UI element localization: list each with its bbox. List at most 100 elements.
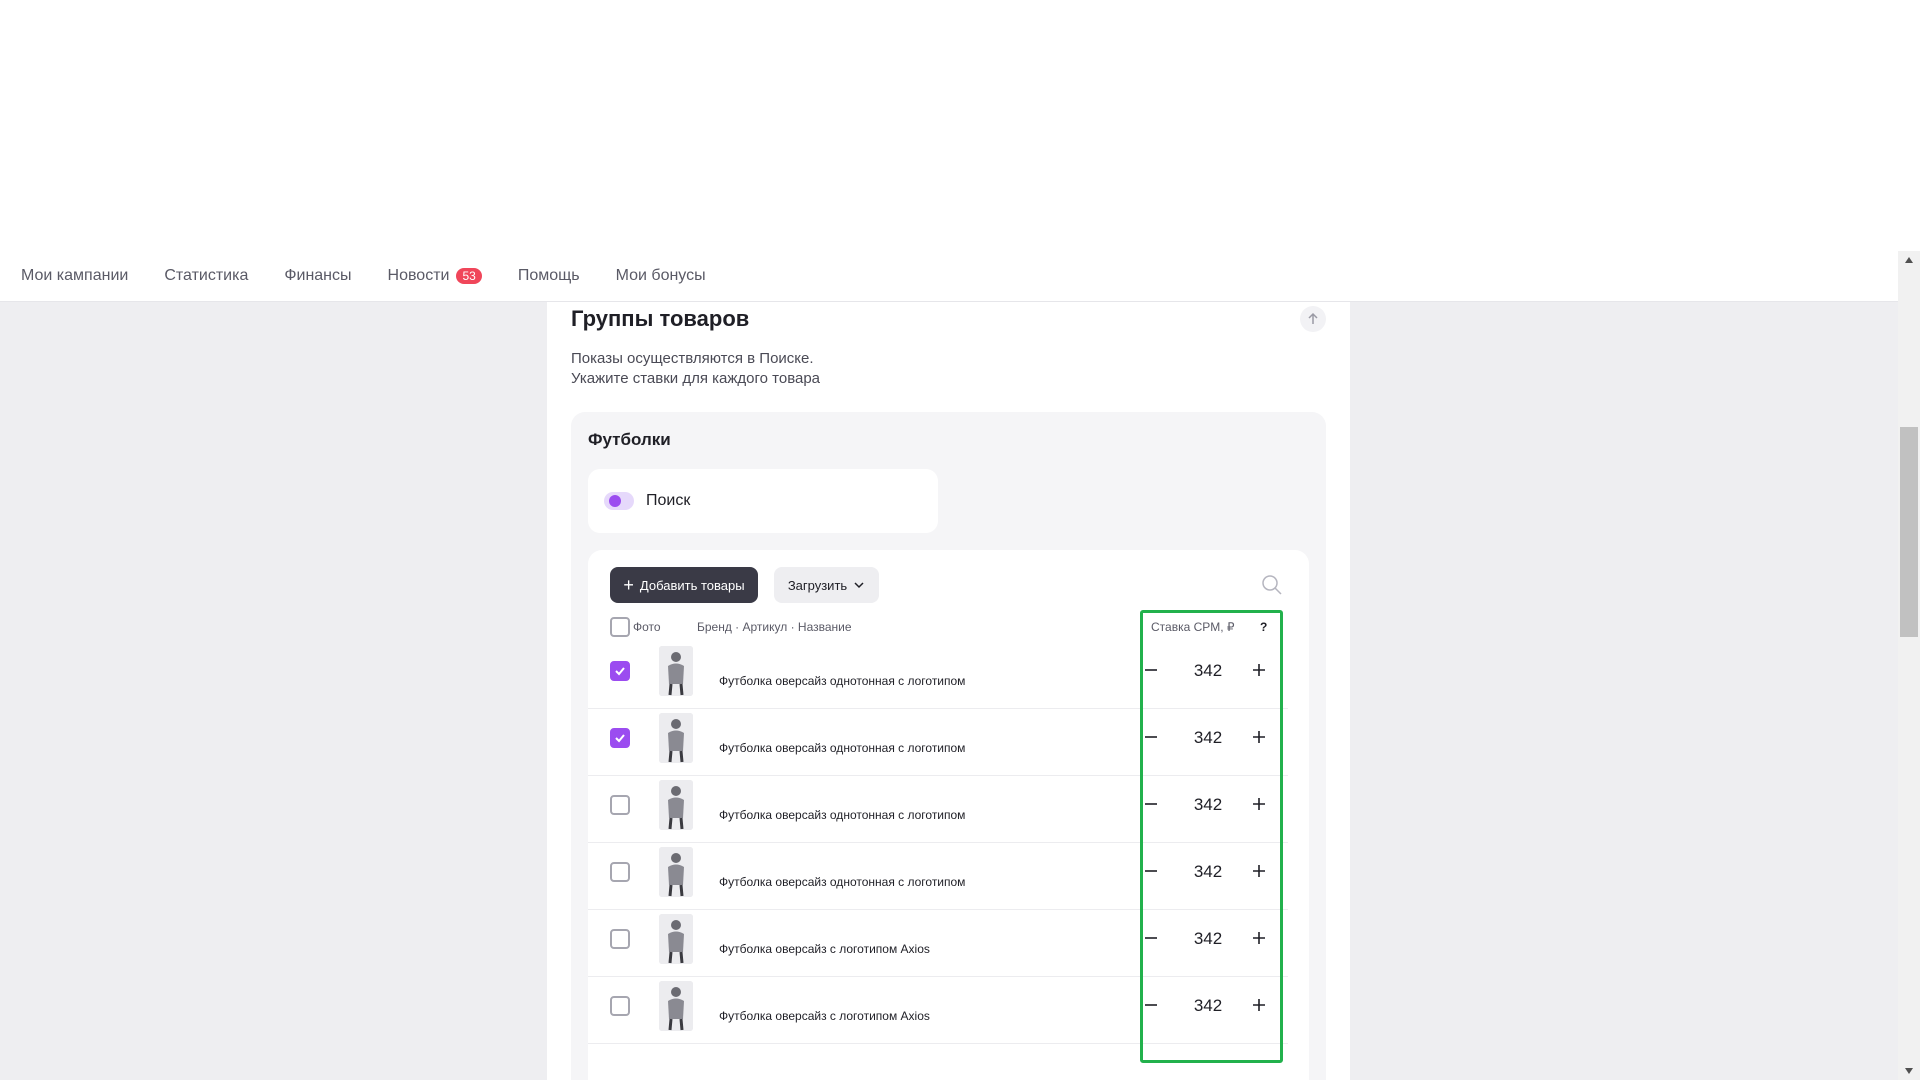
product-image-icon xyxy=(659,713,693,763)
product-image-icon xyxy=(659,780,693,830)
chevron-down-icon xyxy=(854,582,864,589)
increase-bid-button[interactable] xyxy=(1248,994,1270,1016)
product-photo[interactable] xyxy=(659,646,693,696)
nav-item-bonuses[interactable]: Мои бонусы xyxy=(616,267,706,285)
minus-icon xyxy=(1145,669,1157,671)
table-header: Фото Бренд · Артикул · Название Ставка C… xyxy=(588,612,1309,642)
product-photo[interactable] xyxy=(659,914,693,964)
plus-icon xyxy=(1253,999,1265,1011)
plus-icon xyxy=(1253,932,1265,944)
select-all-checkbox[interactable] xyxy=(610,617,630,637)
product-name[interactable]: Футболка оверсайз однотонная с логотипом xyxy=(719,674,965,688)
description-line: Показы осуществляются в Поиске. xyxy=(571,350,814,367)
product-groups-panel: Группы товаров Показы осуществляются в П… xyxy=(547,302,1350,1080)
product-name[interactable]: Футболка оверсайз с логотипом Axios xyxy=(719,942,930,956)
product-name[interactable]: Футболка оверсайз с логотипом Axios xyxy=(719,1009,930,1023)
decrease-bid-button[interactable] xyxy=(1140,726,1162,748)
load-label: Загрузить xyxy=(787,577,848,593)
header-name: Бренд · Артикул · Название xyxy=(697,620,852,634)
scrollbar[interactable] xyxy=(1898,251,1920,1080)
nav-item-campaigns[interactable]: Мои кампании xyxy=(21,267,128,285)
placement-search-box: Поиск xyxy=(588,469,938,533)
minus-icon xyxy=(1145,736,1157,738)
decrease-bid-button[interactable] xyxy=(1140,659,1162,681)
cpm-bid-value[interactable]: 342 xyxy=(1178,996,1238,1016)
row-checkbox[interactable] xyxy=(610,996,630,1016)
increase-bid-button[interactable] xyxy=(1248,927,1270,949)
cpm-bid-value[interactable]: 342 xyxy=(1178,795,1238,815)
product-name[interactable]: Футболка оверсайз однотонная с логотипом xyxy=(719,875,965,889)
plus-icon xyxy=(1253,865,1265,877)
cpm-bid-value[interactable]: 342 xyxy=(1178,661,1238,681)
table-row: Футболка оверсайз с логотипом Axios 342 xyxy=(588,977,1288,1044)
product-photo[interactable] xyxy=(659,847,693,897)
product-image-icon xyxy=(659,914,693,964)
nav-item-finance[interactable]: Финансы xyxy=(284,267,351,285)
scroll-thumb[interactable] xyxy=(1900,427,1918,637)
search-placement-toggle[interactable] xyxy=(604,492,634,510)
row-checkbox[interactable] xyxy=(610,929,630,949)
products-table-card: + Добавить товары Загрузить Фото Бренд ·… xyxy=(588,550,1309,1080)
top-navigation: Мои кампании Статистика Финансы Новости … xyxy=(0,251,1898,302)
increase-bid-button[interactable] xyxy=(1248,659,1270,681)
nav-label: Мои кампании xyxy=(21,267,129,284)
table-row: Футболка оверсайз однотонная с логотипом… xyxy=(588,642,1288,709)
nav-label: Новости xyxy=(387,267,450,284)
row-checkbox[interactable] xyxy=(610,661,630,681)
collapse-section-button[interactable] xyxy=(1300,306,1326,332)
scroll-down-arrow[interactable] xyxy=(1898,1062,1920,1080)
nav-item-statistics[interactable]: Статистика xyxy=(164,267,248,285)
nav-item-help[interactable]: Помощь xyxy=(518,267,580,285)
cpm-stepper: 342 xyxy=(1140,642,1280,699)
decrease-bid-button[interactable] xyxy=(1140,994,1162,1016)
nav-item-news[interactable]: Новости 53 xyxy=(388,267,482,285)
decrease-bid-button[interactable] xyxy=(1140,860,1162,882)
search-icon[interactable] xyxy=(1261,574,1283,596)
cpm-bid-value[interactable]: 342 xyxy=(1178,862,1238,882)
increase-bid-button[interactable] xyxy=(1248,793,1270,815)
row-checkbox[interactable] xyxy=(610,728,630,748)
cpm-stepper: 342 xyxy=(1140,910,1280,967)
cpm-bid-value[interactable]: 342 xyxy=(1178,929,1238,949)
add-products-label: Добавить товары xyxy=(639,577,745,593)
increase-bid-button[interactable] xyxy=(1248,726,1270,748)
nav-label: Помощь xyxy=(517,267,580,284)
content-area: Группы товаров Показы осуществляются в П… xyxy=(0,302,1898,1080)
checkmark-icon xyxy=(615,667,625,676)
cpm-stepper: 342 xyxy=(1140,709,1280,766)
increase-bid-button[interactable] xyxy=(1248,860,1270,882)
scroll-up-arrow[interactable] xyxy=(1898,251,1920,269)
row-checkbox[interactable] xyxy=(610,795,630,815)
nav-label: Мои бонусы xyxy=(615,267,706,284)
product-name[interactable]: Футболка оверсайз однотонная с логотипом xyxy=(719,741,965,755)
decrease-bid-button[interactable] xyxy=(1140,927,1162,949)
plus-icon xyxy=(1253,798,1265,810)
product-photo[interactable] xyxy=(659,713,693,763)
minus-icon xyxy=(1145,1004,1157,1006)
load-dropdown-button[interactable]: Загрузить xyxy=(774,567,879,603)
add-products-button[interactable]: + Добавить товары xyxy=(610,567,758,603)
section-description: Показы осуществляются в Поиске. Укажите … xyxy=(571,349,820,389)
product-photo[interactable] xyxy=(659,780,693,830)
product-image-icon xyxy=(659,847,693,897)
nav-label: Финансы xyxy=(284,267,352,284)
cpm-bid-value[interactable]: 342 xyxy=(1178,728,1238,748)
cpm-help-icon[interactable]: ? xyxy=(1260,620,1267,634)
header-photo: Фото xyxy=(633,620,661,634)
table-row: Футболка оверсайз однотонная с логотипом… xyxy=(588,776,1288,843)
header-cpm: Ставка CPM, ₽ xyxy=(1151,620,1235,634)
checkmark-icon xyxy=(615,734,625,743)
minus-icon xyxy=(1145,803,1157,805)
nav-label: Статистика xyxy=(164,267,249,284)
minus-icon xyxy=(1145,870,1157,872)
table-row: Футболка оверсайз однотонная с логотипом… xyxy=(588,843,1288,910)
toggle-label: Поиск xyxy=(646,492,691,509)
news-count-badge: 53 xyxy=(456,268,482,284)
cpm-stepper: 342 xyxy=(1140,776,1280,833)
product-photo[interactable] xyxy=(659,981,693,1031)
row-checkbox[interactable] xyxy=(610,862,630,882)
decrease-bid-button[interactable] xyxy=(1140,793,1162,815)
section-title: Группы товаров xyxy=(571,306,750,331)
product-name[interactable]: Футболка оверсайз однотонная с логотипом xyxy=(719,808,965,822)
table-row: Футболка оверсайз с логотипом Axios 342 xyxy=(588,910,1288,977)
